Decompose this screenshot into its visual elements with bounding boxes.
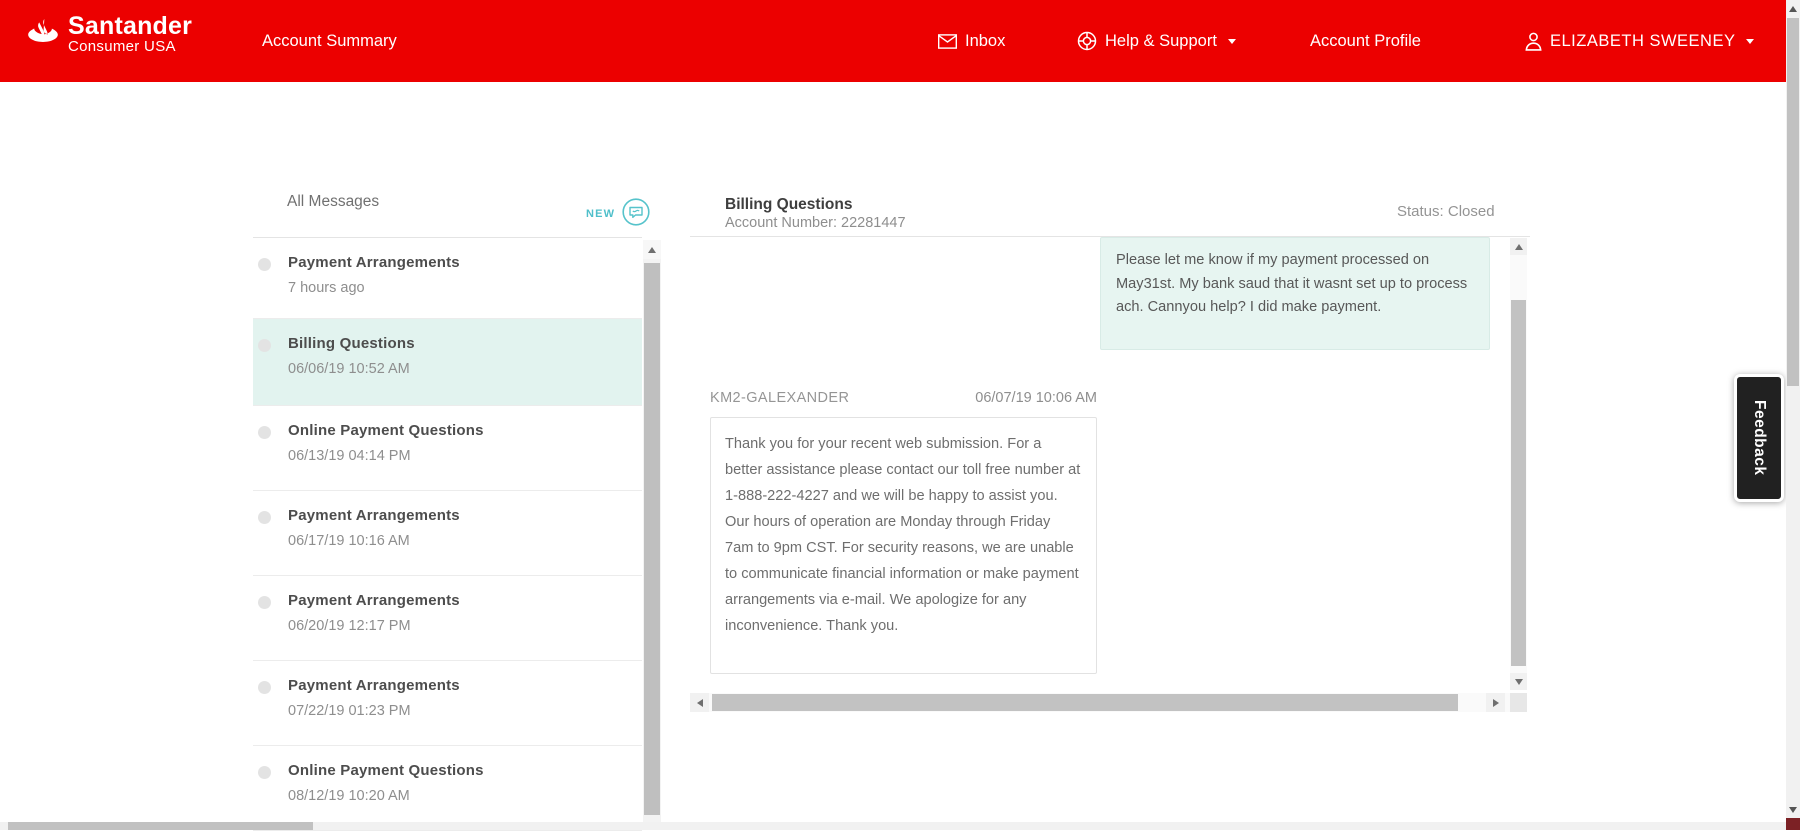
chevron-down-icon [1746,39,1754,44]
brand-name: Santander [68,13,192,39]
nav-user-menu[interactable]: ELIZABETH SWEENEY [1525,0,1754,82]
nav-help-support[interactable]: Help & Support [1077,0,1236,82]
scroll-up-button[interactable] [1786,1,1800,17]
life-ring-icon [1077,31,1097,51]
arrow-right-icon [1493,699,1499,707]
thread-scrollbar-corner [1510,693,1527,712]
feedback-tab[interactable]: Feedback [1734,374,1784,502]
message-list-item-selected[interactable]: Billing Questions 06/06/19 10:52 AM [253,319,642,406]
agent-message-bubble: Thank you for your recent web submission… [710,417,1097,674]
thread-horizontal-scrollbar[interactable] [690,693,1510,712]
scrollbar-thumb[interactable] [1511,300,1526,666]
message-list-item[interactable]: Payment Arrangements 06/17/19 10:16 AM [253,491,642,576]
unread-dot-icon [258,258,271,271]
message-list-header: All Messages [287,193,379,211]
customer-message-bubble: Please let me know if my payment process… [1100,237,1490,350]
scrollbar-thumb[interactable] [712,694,1458,711]
thread-status: Status: Closed [1397,203,1495,220]
browser-horizontal-scrollbar[interactable] [0,822,1786,830]
unread-dot-icon [258,766,271,779]
unread-dot-icon [258,426,271,439]
unread-dot-icon [258,511,271,524]
unread-dot-icon [258,339,271,352]
new-message-button[interactable]: NEW [586,198,650,226]
chat-bubble-icon [622,198,650,226]
agent-message-meta: KM2-GALEXANDER 06/07/19 10:06 AM [710,390,1097,406]
arrow-left-icon [697,699,703,707]
scroll-up-button[interactable] [643,240,661,259]
nav-account-summary[interactable]: Account Summary [262,0,397,82]
agent-timestamp: 06/07/19 10:06 AM [975,390,1097,406]
brand-subtitle: Consumer USA [68,39,192,55]
scroll-right-button[interactable] [1486,693,1505,712]
scrollbar-thumb[interactable] [1787,18,1799,386]
message-list-item[interactable]: Online Payment Questions 06/13/19 04:14 … [253,406,642,491]
unread-dot-icon [258,681,271,694]
agent-name: KM2-GALEXANDER [710,390,849,406]
nav-account-profile[interactable]: Account Profile [1310,0,1421,82]
scrollbar-corner [1786,818,1800,830]
arrow-down-icon [1515,679,1523,685]
person-icon [1525,32,1542,51]
message-list-item[interactable]: Payment Arrangements 06/20/19 12:17 PM [253,576,642,661]
message-list-item[interactable]: Payment Arrangements 07/22/19 01:23 PM [253,661,642,746]
scroll-down-button[interactable] [1510,673,1527,690]
chevron-down-icon [1228,39,1236,44]
message-list-item[interactable]: Online Payment Questions 08/12/19 10:20 … [253,746,642,831]
arrow-down-icon [1789,807,1797,813]
browser-vertical-scrollbar[interactable] [1786,0,1800,830]
unread-dot-icon [258,596,271,609]
santander-logo[interactable]: Santander Consumer USA [26,13,192,55]
scrollbar-thumb[interactable] [8,822,313,830]
arrow-up-icon [1789,6,1797,12]
message-list-scrollbar[interactable] [643,240,661,822]
envelope-icon [938,34,957,49]
scroll-left-button[interactable] [690,693,709,712]
santander-flame-icon [26,19,60,47]
thread-title: Billing Questions [725,196,852,214]
nav-inbox[interactable]: Inbox [938,0,1005,82]
thread-vertical-scrollbar[interactable] [1510,238,1527,690]
message-list: Payment Arrangements 7 hours ago Billing… [253,237,642,831]
message-list-item[interactable]: Payment Arrangements 7 hours ago [253,238,642,319]
arrow-up-icon [648,247,656,253]
scroll-up-button[interactable] [1510,238,1527,255]
scroll-down-button[interactable] [1786,802,1800,818]
top-navbar: Santander Consumer USA Account Summary I… [0,0,1786,82]
scrollbar-thumb[interactable] [644,263,660,815]
arrow-up-icon [1515,244,1523,250]
thread-account-number: Account Number: 22281447 [725,215,906,231]
